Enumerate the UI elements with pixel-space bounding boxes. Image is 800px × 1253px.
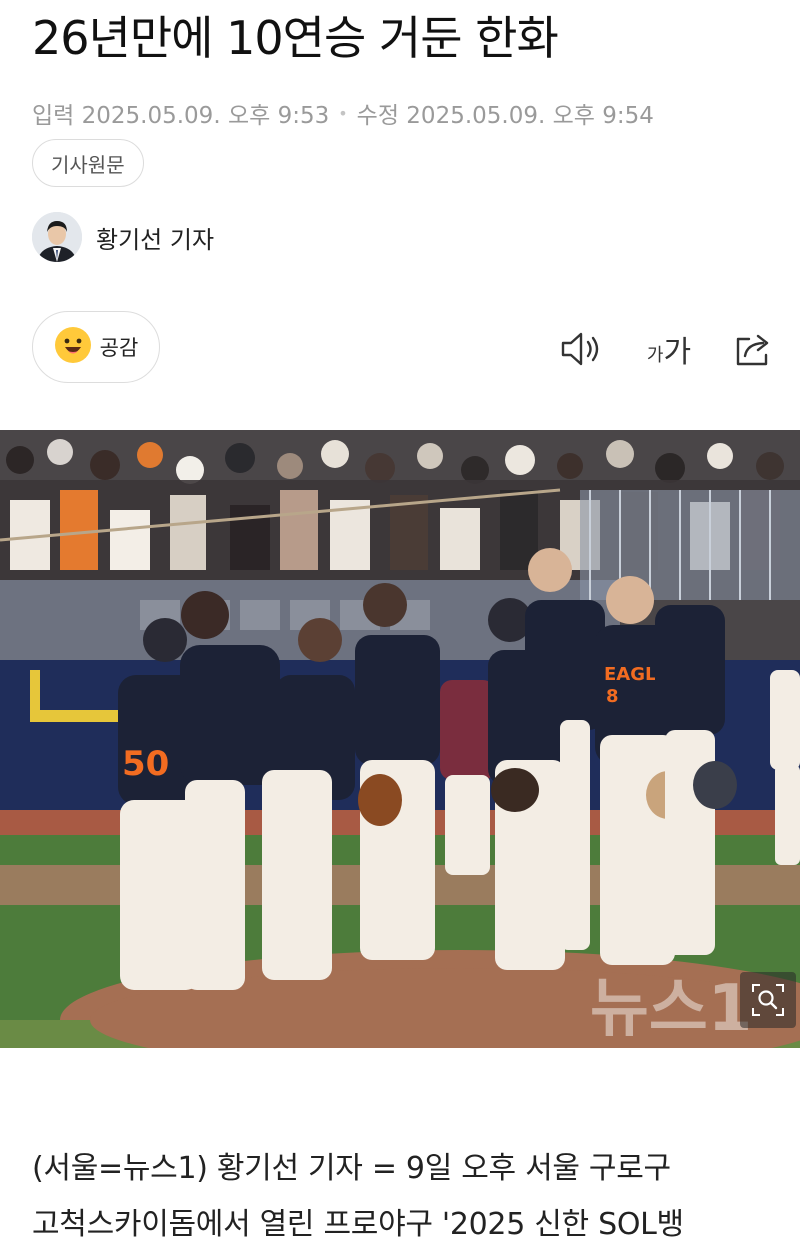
speaker-icon[interactable] <box>558 326 604 372</box>
author-name[interactable]: 황기선 기자 <box>96 220 214 255</box>
empathy-label: 공감 <box>99 336 139 360</box>
author-info[interactable]: 황기선 기자 <box>32 212 214 262</box>
article-body: (서울=뉴스1) 황기선 기자 = 9일 오후 서울 구로구 고척스카이돔에서 … <box>32 1141 792 1253</box>
article-timestamps: 입력 2025.05.09. 오후 9:53 • 수정 2025.05.09. … <box>32 96 654 130</box>
font-size-icon[interactable]: 가 가 <box>641 326 697 372</box>
article-title: 26년만에 10연승 거둔 한화 <box>32 11 559 65</box>
separator-dot: • <box>338 103 348 123</box>
article-photo[interactable]: 50 EAGLES 8 뉴스1 <box>0 430 800 1048</box>
smile-emoji-icon <box>54 326 92 369</box>
font-size-large-label: 가 <box>663 335 692 370</box>
empathy-button[interactable]: 공감 <box>32 311 160 383</box>
share-icon[interactable] <box>731 326 777 372</box>
jersey-number-50: 50 <box>122 744 169 784</box>
jersey-number-8: 8 <box>606 686 619 707</box>
font-size-small-label: 가 <box>646 345 664 366</box>
body-line: (서울=뉴스1) 황기선 기자 = 9일 오후 서울 구로구 <box>32 1151 671 1186</box>
body-line: 고척스카이돔에서 열린 프로야구 '2025 신한 SOL뱅 <box>32 1207 684 1242</box>
photo-watermark: 뉴스1 <box>590 972 752 1046</box>
published-date: 입력 2025.05.09. 오후 9:53 <box>32 103 330 129</box>
author-avatar[interactable] <box>32 212 82 262</box>
original-article-button[interactable]: 기사원문 <box>32 139 144 187</box>
modified-date: 수정 2025.05.09. 오후 9:54 <box>356 103 654 129</box>
zoom-icon[interactable] <box>740 972 796 1028</box>
